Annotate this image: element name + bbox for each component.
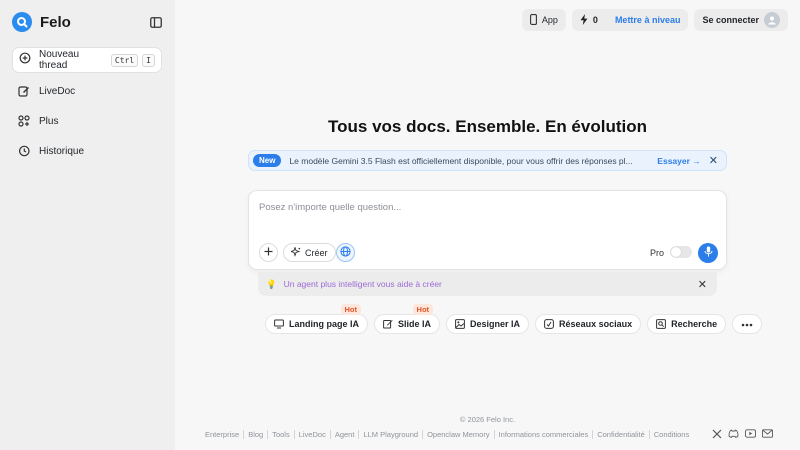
login-button[interactable]: Se connecter <box>694 9 788 31</box>
chip-slide[interactable]: Slide IA Hot <box>374 304 441 334</box>
footer-link[interactable]: Agent <box>331 430 360 439</box>
pro-toggle[interactable] <box>670 246 692 258</box>
hot-badge: Hot <box>340 304 362 315</box>
chip-label: Designer IA <box>470 319 521 329</box>
footer-links: Enterprise Blog Tools LiveDoc Agent LLM … <box>205 430 693 439</box>
chip-label: Recherche <box>671 319 718 329</box>
web-search-toggle[interactable] <box>336 243 355 262</box>
chip-social[interactable]: Réseaux sociaux <box>535 314 642 334</box>
microphone-icon <box>704 244 713 262</box>
banner-text: Le modèle Gemini 3.5 Flash est officiell… <box>289 155 633 166</box>
app-button[interactable]: App <box>521 9 566 31</box>
monitor-icon <box>274 319 284 329</box>
copyright: © 2026 Felo Inc. <box>459 415 516 424</box>
quick-actions: Landing page IA Hot Slide IA Hot Designe… <box>265 304 763 334</box>
chip-designer[interactable]: Designer IA <box>446 314 530 334</box>
share-icon <box>544 319 554 329</box>
more-icon <box>741 319 753 329</box>
voice-input-button[interactable] <box>698 243 718 263</box>
research-icon <box>656 319 666 329</box>
chip-label: Landing page IA <box>289 319 360 329</box>
add-attachment-button[interactable] <box>259 243 278 262</box>
credits-count: 0 <box>592 15 598 25</box>
brand[interactable]: Felo <box>12 12 71 32</box>
page-title: Tous vos docs. Ensemble. En évolution <box>328 117 647 136</box>
question-input[interactable]: Posez n'importe quelle question... <box>259 202 401 213</box>
discord-icon[interactable] <box>728 428 739 439</box>
agent-tip: 💡 Un agent plus intelligent vous aide à … <box>258 272 717 296</box>
social-links <box>711 428 773 439</box>
chip-landing-page[interactable]: Landing page IA Hot <box>265 304 369 334</box>
image-icon <box>455 319 465 329</box>
sparkle-icon <box>289 245 301 259</box>
kbd-i: I <box>142 53 155 67</box>
plus-icon <box>264 247 273 259</box>
banner-close-icon[interactable]: ✕ <box>709 154 718 167</box>
bolt-icon <box>580 13 588 27</box>
more-options-button[interactable] <box>732 314 763 334</box>
kbd-ctrl: Ctrl <box>110 53 139 67</box>
try-link[interactable]: Essayer → <box>657 156 700 166</box>
credits-upgrade[interactable]: 0 Mettre à niveau <box>571 9 689 31</box>
tip-close-icon[interactable]: ✕ <box>698 278 707 291</box>
sidebar-toggle-icon[interactable] <box>149 15 163 29</box>
history-icon <box>18 145 30 157</box>
chip-label: Slide IA <box>398 319 432 329</box>
footer-link[interactable]: Confidentialité <box>593 430 650 439</box>
x-twitter-icon[interactable] <box>711 428 722 439</box>
upgrade-link[interactable]: Mettre à niveau <box>615 15 681 25</box>
chip-research[interactable]: Recherche <box>647 314 727 334</box>
create-button[interactable]: Créer <box>283 243 336 262</box>
question-composer[interactable]: Posez n'importe quelle question... Créer… <box>248 190 727 270</box>
chip-label: Réseaux sociaux <box>559 319 633 329</box>
footer-link[interactable]: Informations commerciales <box>495 430 594 439</box>
new-thread-label: Nouveau thread <box>39 49 80 71</box>
footer-link[interactable]: Openclaw Memory <box>423 430 495 439</box>
new-badge: New <box>253 154 282 167</box>
app-label: App <box>541 15 558 25</box>
youtube-icon[interactable] <box>745 428 756 439</box>
felo-logo-icon <box>12 12 32 32</box>
hot-badge: Hot <box>412 304 434 315</box>
edit-icon <box>18 85 30 97</box>
lightbulb-icon: 💡 <box>266 278 277 289</box>
sidebar-item-plus[interactable]: Plus <box>18 115 58 127</box>
footer-link[interactable]: Conditions <box>650 430 693 439</box>
shortcut: Ctrl I <box>110 53 155 67</box>
top-bar: App 0 Mettre à niveau Se connecter <box>521 9 788 31</box>
footer-link[interactable]: Tools <box>268 430 295 439</box>
sidebar-item-livedoc[interactable]: LiveDoc <box>18 85 75 97</box>
sidebar-item-label: Plus <box>39 115 59 127</box>
brand-name: Felo <box>40 13 71 31</box>
phone-icon <box>529 13 537 27</box>
slide-edit-icon <box>383 319 393 329</box>
footer-link[interactable]: LLM Playground <box>359 430 424 439</box>
sidebar-item-label: Historique <box>39 145 85 157</box>
create-label: Créer <box>305 247 328 258</box>
new-chat-icon <box>19 51 31 69</box>
pro-label: Pro <box>650 248 665 258</box>
footer-link[interactable]: Blog <box>244 430 269 439</box>
footer-link[interactable]: Enterprise <box>205 430 245 439</box>
login-label: Se connecter <box>702 15 759 25</box>
email-icon[interactable] <box>762 428 773 439</box>
apps-icon <box>18 115 30 127</box>
sidebar: Felo Nouveau thread Ctrl I LiveDoc Plus … <box>0 0 175 450</box>
avatar-icon <box>764 12 780 28</box>
new-thread-button[interactable]: Nouveau thread Ctrl I <box>12 47 162 73</box>
announcement-banner: New Le modèle Gemini 3.5 Flash est offic… <box>248 150 727 171</box>
footer-link[interactable]: LiveDoc <box>295 430 331 439</box>
sidebar-item-historique[interactable]: Historique <box>18 145 84 157</box>
tip-text[interactable]: Un agent plus intelligent vous aide à cr… <box>284 279 691 289</box>
globe-icon <box>340 245 351 260</box>
sidebar-item-label: LiveDoc <box>39 85 76 97</box>
